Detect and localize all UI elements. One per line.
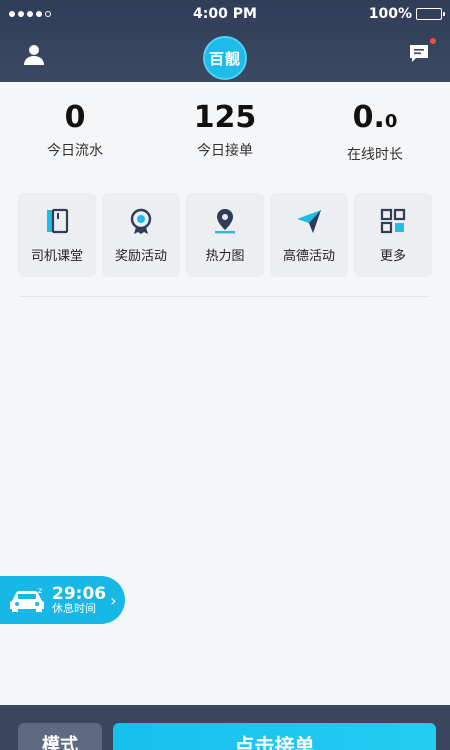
accept-order-button[interactable]: 点击接单: [113, 723, 436, 750]
stat-label: 今日流水: [47, 143, 103, 159]
shortcut-rewards[interactable]: 奖励活动: [102, 193, 180, 277]
mode-button[interactable]: 模式: [18, 723, 102, 750]
chevron-right-icon: ›: [110, 590, 117, 610]
message-icon[interactable]: [408, 42, 430, 64]
stat-label: 在线时长: [347, 147, 403, 163]
top-bar: 4:00 PM 100% 百靓: [0, 0, 450, 82]
app-logo: 百靓: [203, 36, 247, 80]
car-icon: z: [10, 587, 44, 612]
stat-value: 125: [193, 100, 257, 135]
divider: [20, 296, 430, 297]
svg-text:z: z: [38, 587, 42, 595]
paper-plane-icon: [297, 209, 321, 233]
person-icon[interactable]: [22, 42, 46, 66]
map-pin-icon: [215, 208, 235, 233]
shortcut-label: 司机课堂: [30, 248, 83, 264]
stat-value: 0: [64, 100, 86, 135]
shortcut-label: 更多: [379, 248, 406, 264]
shortcut-label: 奖励活动: [114, 248, 167, 264]
battery-indicator: 100%: [368, 6, 445, 22]
stat-label: 今日接单: [197, 143, 253, 159]
shortcut-heatmap[interactable]: 热力图: [186, 193, 264, 277]
grid-icon: [380, 208, 406, 233]
book-icon: [47, 208, 69, 233]
shortcut-driver-class[interactable]: 司机课堂: [18, 193, 96, 277]
notification-badge: [430, 38, 436, 44]
stats-row: 0 今日流水 125 今日接单 0.0 在线时长: [0, 100, 450, 170]
rest-timer-button[interactable]: z 29:06 休息时间 ›: [0, 576, 125, 624]
stat-today-revenue[interactable]: 0 今日流水: [0, 100, 150, 170]
battery-icon: [416, 8, 445, 20]
shortcut-more[interactable]: 更多: [354, 193, 432, 277]
bottom-bar: 模式 点击接单: [0, 705, 450, 750]
rest-timer-time: 29:06: [52, 583, 107, 604]
status-bar: 4:00 PM 100%: [0, 0, 450, 30]
shortcut-label: 热力图: [205, 248, 245, 264]
shortcut-label: 高德活动: [282, 248, 335, 264]
shortcut-amap-activity[interactable]: 高德活动: [270, 193, 348, 277]
battery-percentage: 100%: [368, 6, 412, 22]
stat-value: 0.0: [352, 100, 398, 135]
medal-icon: [130, 208, 152, 234]
rest-timer-label: 休息时间: [52, 602, 96, 616]
stat-online-hours[interactable]: 0.0 在线时长: [300, 100, 450, 170]
stat-today-orders[interactable]: 125 今日接单: [150, 100, 300, 170]
shortcut-grid: 司机课堂 奖励活动 热力图 高德活动 更多: [18, 193, 438, 277]
